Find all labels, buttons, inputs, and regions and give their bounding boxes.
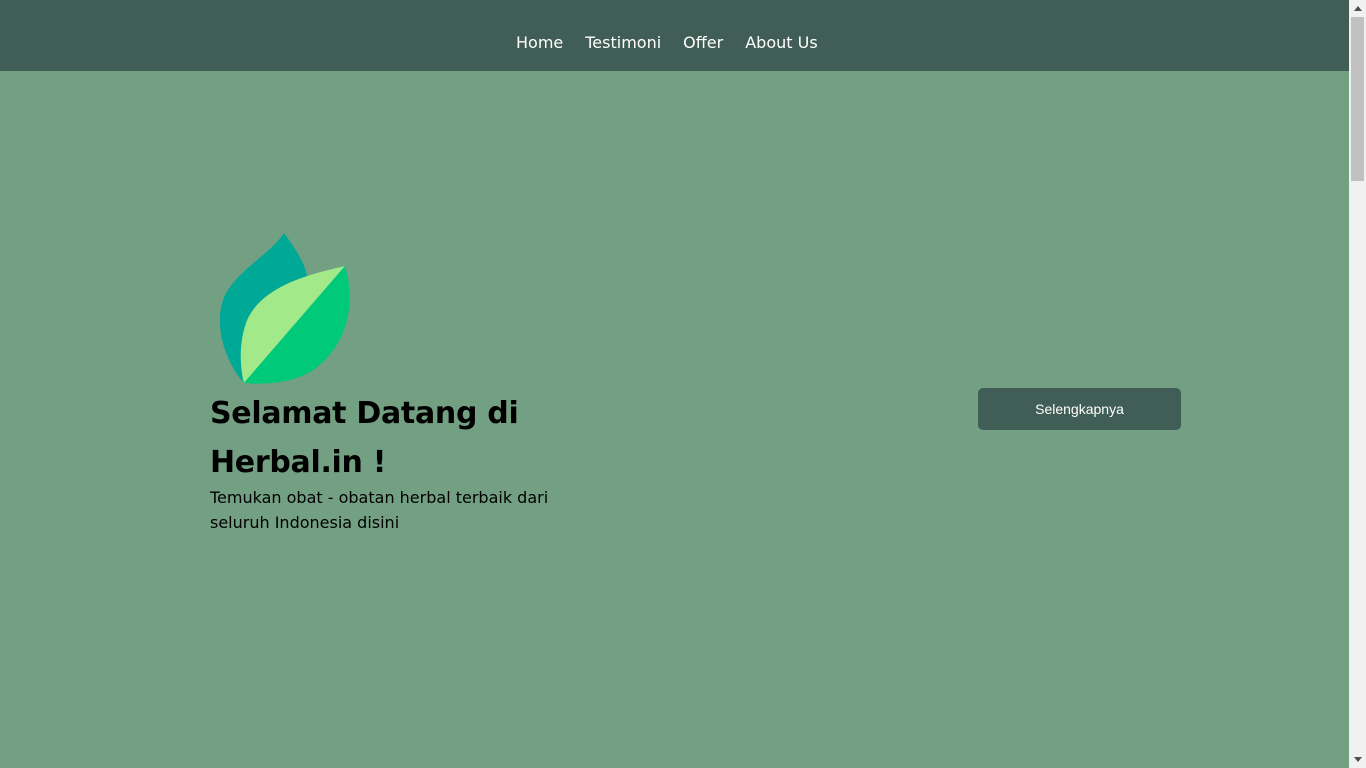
hero-section: Selamat Datang di Herbal.in ! Temukan ob… [0, 71, 1349, 768]
nav-item-about-us[interactable]: About Us [745, 32, 817, 54]
selengkapnya-button[interactable]: Selengkapnya [978, 388, 1181, 430]
hero-title: Selamat Datang di Herbal.in ! [210, 396, 519, 480]
nav-item-testimoni[interactable]: Testimoni [585, 32, 661, 54]
hero-subtitle: Temukan obat - obatan herbal terbaik dar… [210, 488, 549, 532]
scroll-down-icon[interactable] [1349, 751, 1366, 768]
nav-item-offer[interactable]: Offer [683, 32, 723, 54]
vertical-scrollbar[interactable] [1349, 0, 1366, 768]
top-navbar: Home Testimoni Offer About Us [0, 0, 1349, 71]
scrollbar-thumb[interactable] [1351, 17, 1364, 181]
nav-menu: Home Testimoni Offer About Us [516, 32, 818, 54]
nav-item-home[interactable]: Home [516, 32, 563, 54]
leaf-icon [219, 233, 350, 384]
scroll-up-icon[interactable] [1349, 0, 1366, 17]
